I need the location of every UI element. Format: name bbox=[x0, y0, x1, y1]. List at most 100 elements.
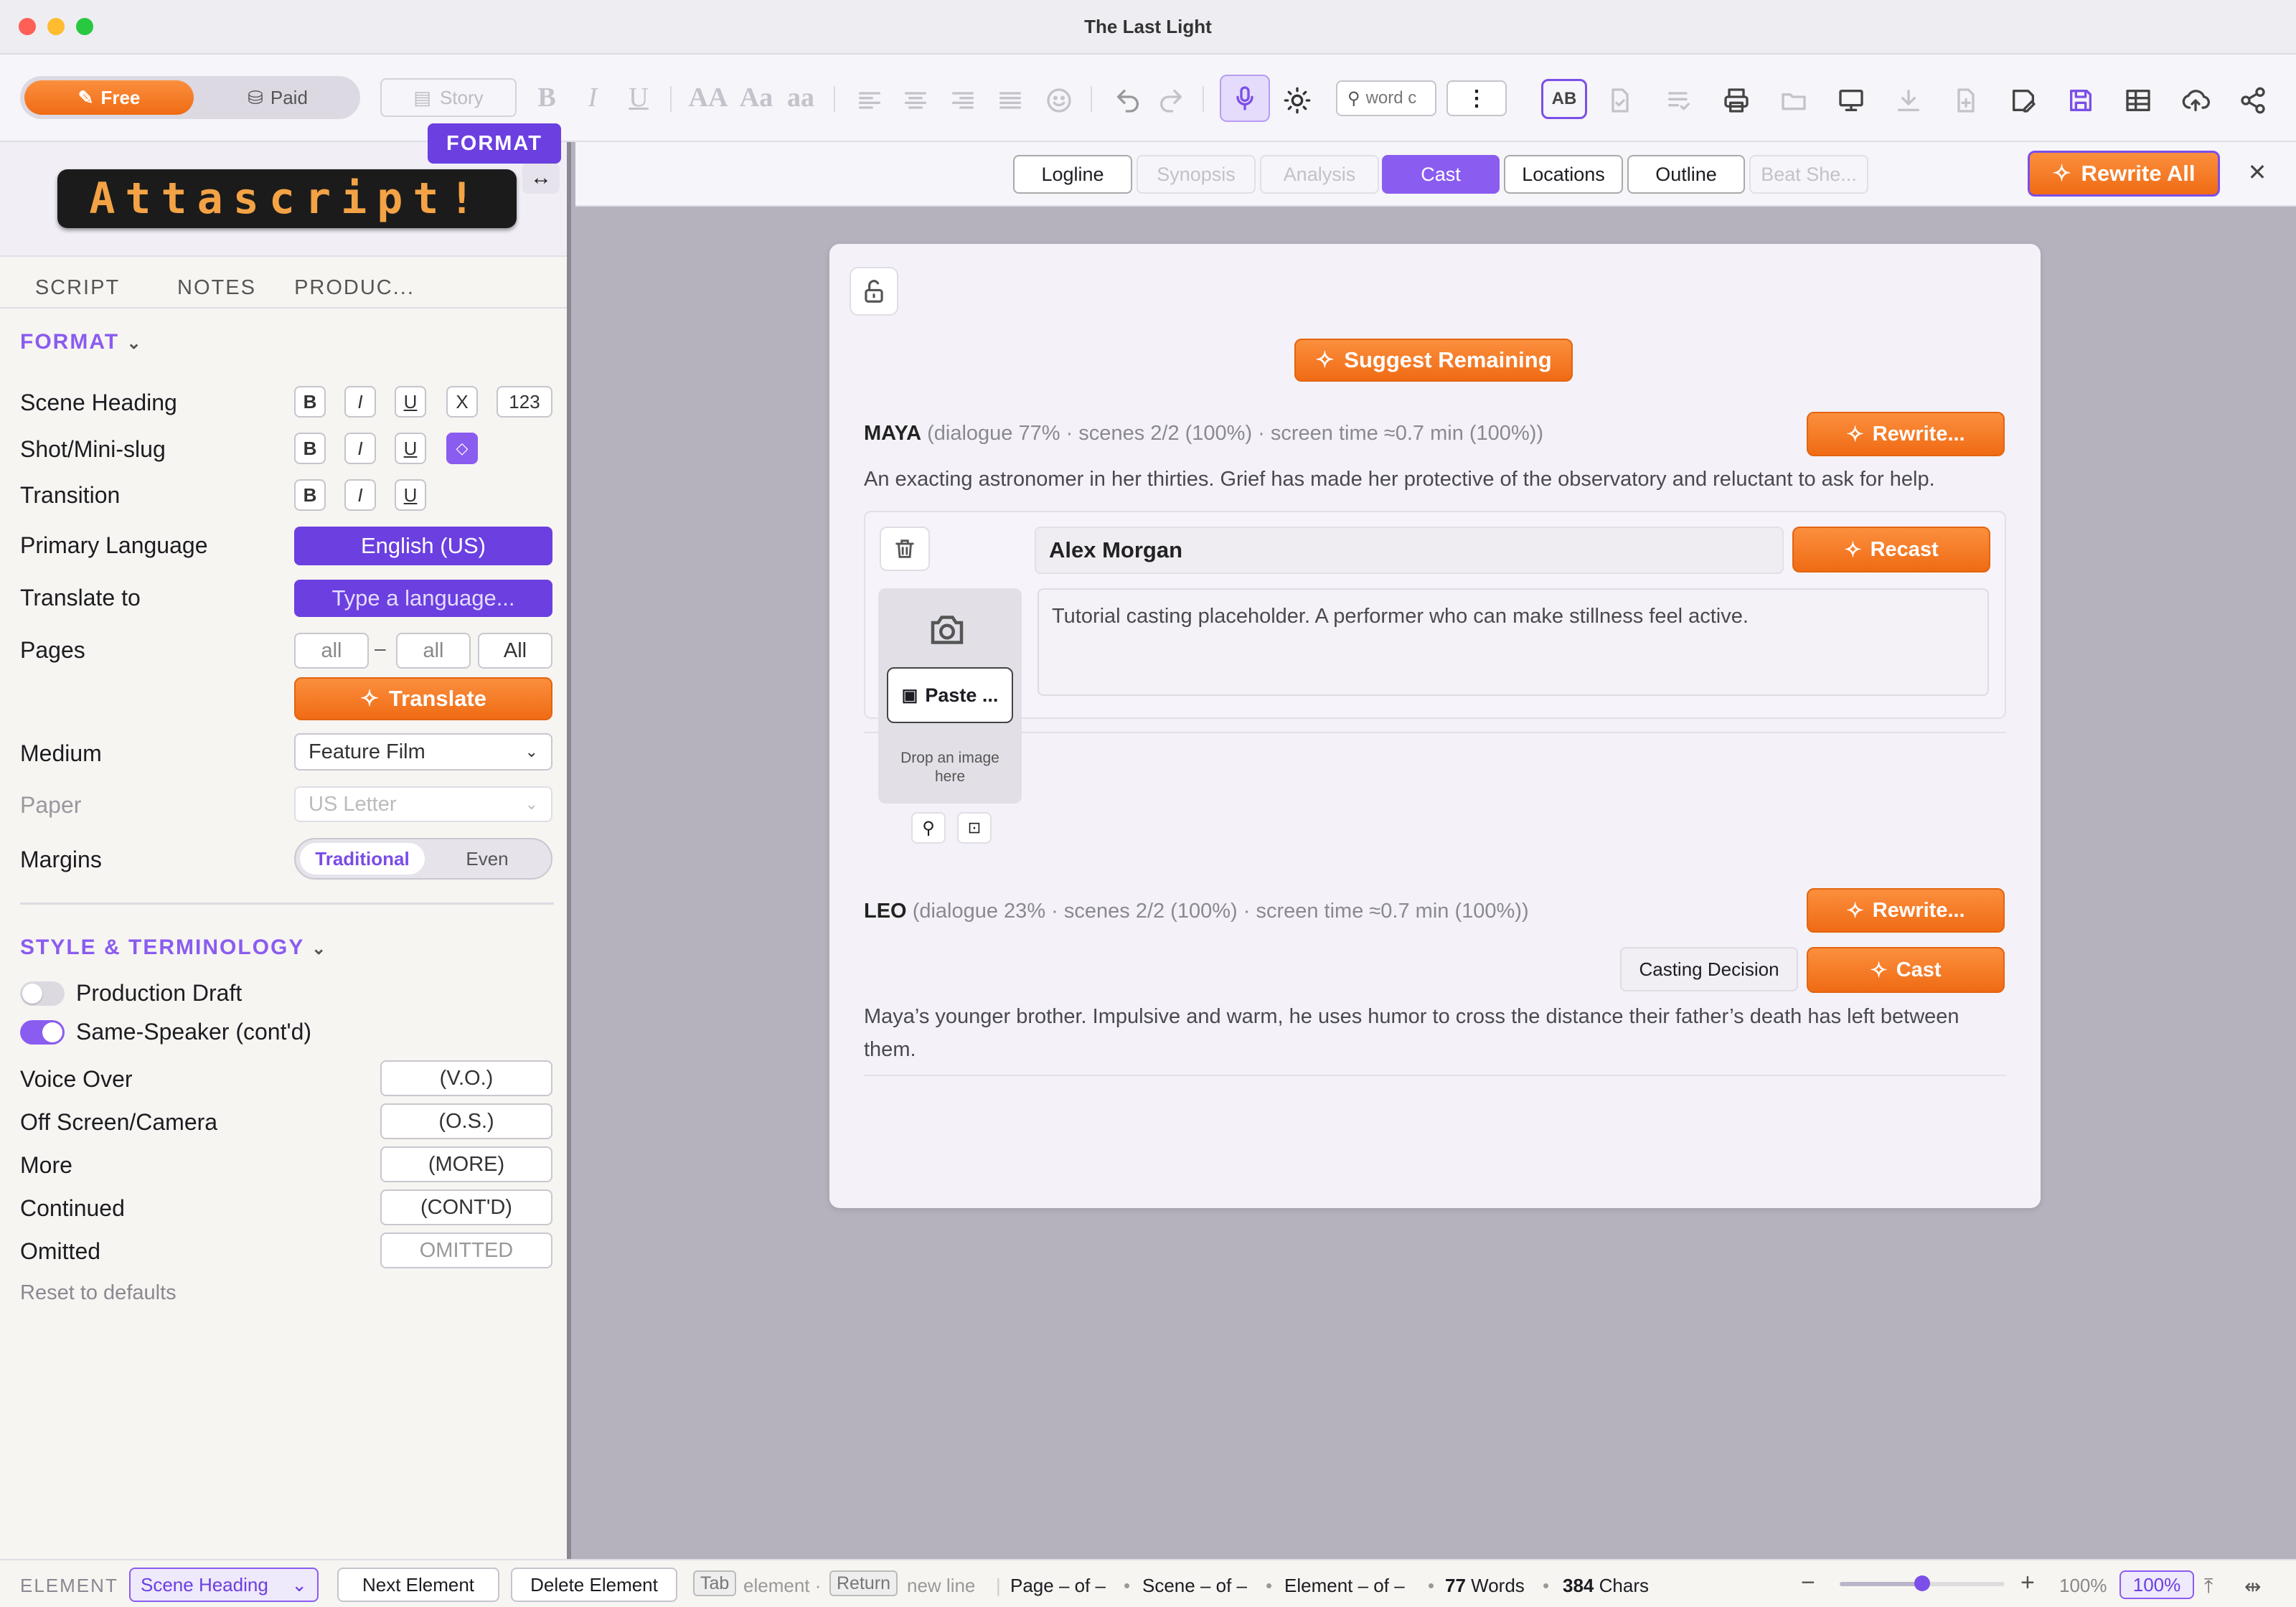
casting-decision-button[interactable]: Casting Decision bbox=[1620, 947, 1798, 991]
scene-heading-clear-button[interactable]: X bbox=[446, 386, 478, 418]
story-button[interactable]: ▤ Story bbox=[380, 78, 517, 117]
scene-heading-bold-button[interactable]: B bbox=[294, 386, 326, 418]
italic-button[interactable]: I bbox=[575, 80, 610, 115]
save-icon[interactable] bbox=[2064, 83, 2098, 118]
new-file-icon[interactable] bbox=[1949, 83, 1983, 118]
zoom-slider-knob[interactable] bbox=[1914, 1575, 1930, 1591]
resize-sidebar-icon[interactable]: ↔ bbox=[522, 162, 560, 194]
delete-element-button[interactable]: Delete Element bbox=[511, 1568, 677, 1602]
scene-heading-italic-button[interactable]: I bbox=[344, 386, 376, 418]
tab-script[interactable]: SCRIPT bbox=[20, 271, 135, 304]
bold-button[interactable]: B bbox=[530, 80, 564, 115]
shot-italic-button[interactable]: I bbox=[344, 433, 376, 464]
suggest-remaining-button[interactable]: ✧ Suggest Remaining bbox=[1294, 339, 1573, 382]
style-section-header[interactable]: STYLE & TERMINOLOGY ⌄ bbox=[20, 936, 327, 960]
undo-icon[interactable] bbox=[1111, 83, 1145, 118]
primary-language-select[interactable]: English (US) bbox=[294, 527, 552, 565]
folder-icon[interactable]: ⊡ bbox=[957, 812, 992, 844]
folder-open-icon[interactable] bbox=[1777, 83, 1811, 118]
medium-select[interactable]: Feature Film ⌄ bbox=[294, 733, 552, 770]
scene-heading-underline-button[interactable]: U bbox=[395, 386, 426, 418]
casting-notes-textarea[interactable]: Tutorial casting placeholder. A performe… bbox=[1038, 588, 1989, 696]
more-options-icon[interactable]: ⋮ bbox=[1446, 80, 1507, 116]
tab-analysis[interactable]: Analysis bbox=[1260, 155, 1379, 194]
emoji-icon[interactable] bbox=[1042, 83, 1076, 118]
save-as-icon[interactable] bbox=[2006, 83, 2041, 118]
plan-free-option[interactable]: ✎ Free bbox=[24, 80, 194, 115]
align-right-icon[interactable] bbox=[946, 83, 980, 118]
cloud-upload-icon[interactable] bbox=[2178, 83, 2213, 118]
table-icon[interactable] bbox=[2121, 83, 2155, 118]
plan-switch[interactable]: ✎ Free ⛁ Paid bbox=[20, 76, 360, 119]
translate-language-input[interactable]: Type a language... bbox=[294, 580, 552, 617]
unlock-icon[interactable] bbox=[850, 267, 898, 316]
microphone-icon[interactable] bbox=[1220, 75, 1270, 122]
rewrite-all-button[interactable]: ✧ Rewrite All bbox=[2028, 151, 2220, 197]
list-check-icon[interactable] bbox=[1662, 83, 1696, 118]
cast-button[interactable]: ✧ Cast bbox=[1807, 947, 2005, 993]
tab-locations[interactable]: Locations bbox=[1504, 155, 1623, 194]
spellcheck-icon[interactable]: AB bbox=[1541, 79, 1587, 119]
tab-production[interactable]: PRODUC... bbox=[290, 271, 419, 304]
recast-button[interactable]: ✧ Recast bbox=[1792, 527, 1990, 572]
shot-bold-button[interactable]: B bbox=[294, 433, 326, 464]
paste-image-button[interactable]: ▣ Paste ... bbox=[887, 667, 1013, 723]
transition-bold-button[interactable]: B bbox=[294, 479, 326, 511]
tab-outline[interactable]: Outline bbox=[1627, 155, 1745, 194]
scene-numbering-button[interactable]: 123 bbox=[497, 386, 552, 418]
margins-even-option[interactable]: Even bbox=[425, 843, 550, 875]
diamond-icon[interactable]: ◇ bbox=[446, 433, 478, 464]
align-justify-icon[interactable] bbox=[993, 83, 1027, 118]
search-input[interactable]: word c bbox=[1366, 88, 1417, 108]
align-left-icon[interactable] bbox=[852, 83, 887, 118]
pages-from-input[interactable]: all bbox=[294, 633, 369, 669]
pages-to-input[interactable]: all bbox=[396, 633, 471, 669]
print-icon[interactable] bbox=[1719, 83, 1754, 118]
element-type-select[interactable]: Scene Heading ⌄ bbox=[129, 1568, 319, 1602]
same-speaker-toggle[interactable] bbox=[20, 1020, 65, 1045]
align-center-icon[interactable] bbox=[898, 83, 933, 118]
actor-name-input[interactable]: Alex Morgan bbox=[1035, 527, 1784, 574]
tab-format[interactable]: FORMAT bbox=[428, 123, 561, 164]
zoom-input[interactable]: 100% bbox=[2119, 1570, 2194, 1599]
underline-button[interactable]: U bbox=[621, 80, 656, 115]
tab-beat-sheet[interactable]: Beat She... bbox=[1749, 155, 1868, 194]
tab-cast[interactable]: Cast bbox=[1382, 155, 1500, 194]
tab-logline[interactable]: Logline bbox=[1013, 155, 1132, 194]
pages-all-button[interactable]: All bbox=[478, 633, 552, 669]
redo-icon[interactable] bbox=[1154, 83, 1188, 118]
zoom-slider[interactable] bbox=[1840, 1575, 2005, 1591]
tab-notes[interactable]: NOTES bbox=[159, 271, 274, 304]
fit-width-icon[interactable]: ⇹ bbox=[2244, 1575, 2261, 1598]
presentation-icon[interactable] bbox=[1834, 83, 1868, 118]
plan-paid-option[interactable]: ⛁ Paid bbox=[199, 80, 356, 115]
trash-icon[interactable] bbox=[880, 527, 930, 571]
transition-underline-button[interactable]: U bbox=[395, 479, 426, 511]
off-screen-input[interactable]: (O.S.) bbox=[380, 1103, 552, 1139]
transition-italic-button[interactable]: I bbox=[344, 479, 376, 511]
zoom-in-icon[interactable]: + bbox=[2020, 1569, 2035, 1597]
margins-traditional-option[interactable]: Traditional bbox=[300, 843, 425, 875]
next-element-button[interactable]: Next Element bbox=[337, 1568, 499, 1602]
brightness-icon[interactable] bbox=[1280, 83, 1314, 118]
search-image-icon[interactable]: ⚲ bbox=[911, 812, 946, 844]
continued-input[interactable]: (CONT'D) bbox=[380, 1189, 552, 1225]
share-icon[interactable] bbox=[2236, 83, 2270, 118]
titlecase-button[interactable]: Aa bbox=[733, 80, 779, 115]
close-icon[interactable]: ✕ bbox=[2241, 156, 2273, 188]
format-section-header[interactable]: FORMAT ⌄ bbox=[20, 330, 143, 354]
reset-defaults-link[interactable]: Reset to defaults bbox=[20, 1281, 177, 1305]
paper-select[interactable]: US Letter ⌄ bbox=[294, 786, 552, 822]
tab-synopsis[interactable]: Synopsis bbox=[1137, 155, 1256, 194]
photo-drop-zone[interactable]: ▣ Paste ... Drop an image here bbox=[878, 588, 1022, 804]
more-input[interactable]: (MORE) bbox=[380, 1146, 552, 1182]
search-field[interactable]: ⚲ word c bbox=[1336, 80, 1436, 116]
omitted-input[interactable]: OMITTED bbox=[380, 1233, 552, 1268]
margins-switch[interactable]: Traditional Even bbox=[294, 838, 552, 880]
shot-underline-button[interactable]: U bbox=[395, 433, 426, 464]
translate-button[interactable]: ✧ Translate bbox=[294, 677, 552, 720]
production-draft-toggle[interactable] bbox=[20, 981, 65, 1006]
uppercase-button[interactable]: AA bbox=[683, 80, 733, 115]
file-check-icon[interactable] bbox=[1603, 83, 1637, 118]
download-icon[interactable] bbox=[1891, 83, 1926, 118]
